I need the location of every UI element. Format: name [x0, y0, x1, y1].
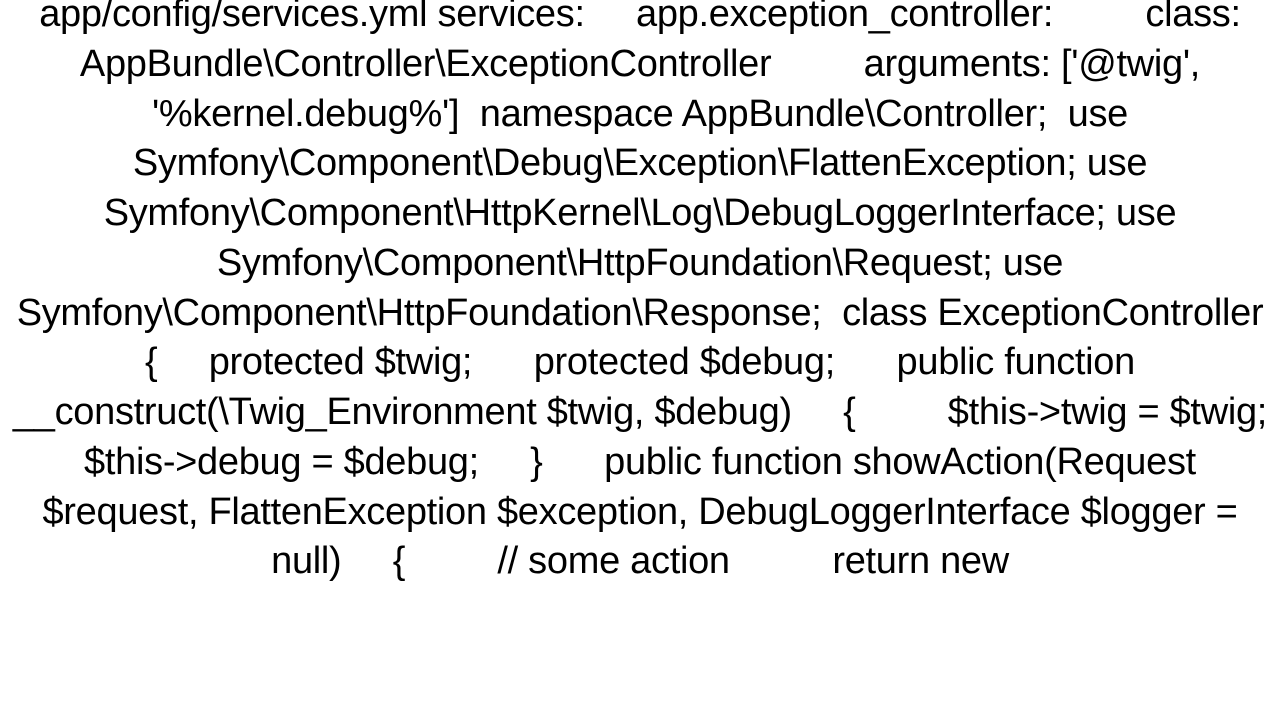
code-block: app/config/services.yml services: app.ex…: [0, 0, 1280, 587]
